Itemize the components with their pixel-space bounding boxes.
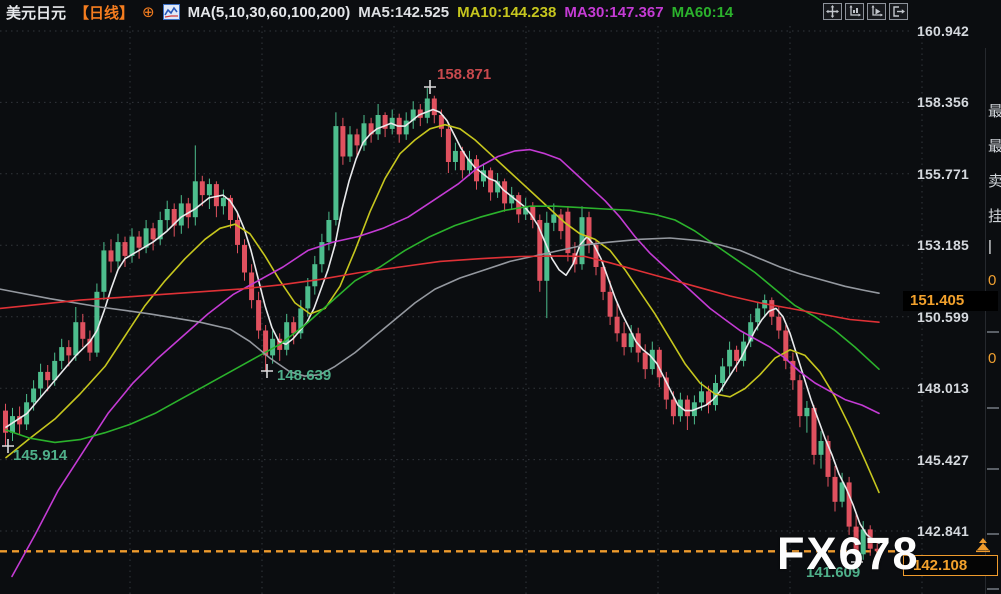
candlestick-chart-canvas[interactable] [0, 0, 1001, 594]
side-panel-divider [985, 48, 986, 594]
side-panel-row-dash [987, 588, 999, 590]
exit-chart-icon[interactable] [889, 3, 908, 20]
period-selector[interactable]: 【日线】 [74, 2, 134, 23]
ma60-value-label: MA60:14 [672, 4, 734, 21]
ma10-value-label: MA10:144.238 [457, 4, 556, 21]
axis-zoom-icon[interactable] [845, 3, 864, 20]
side-panel-clipped-text: 0 [988, 350, 996, 367]
side-panel-clipped-text: 最 [988, 100, 1001, 121]
chart-header: 美元日元 【日线】 ⊕ MA(5,10,30,60,100,200) MA5:1… [6, 3, 733, 21]
highlight-price-tag: 151.405 [903, 291, 998, 311]
side-panel-row-dash [987, 468, 999, 470]
ma30-value-label: MA30:147.367 [564, 4, 663, 21]
y-axis-label: 145.427 [917, 452, 969, 468]
chart-window: 美元日元 【日线】 ⊕ MA(5,10,30,60,100,200) MA5:1… [0, 0, 1001, 594]
axis-play-icon[interactable] [867, 3, 886, 20]
side-panel-row-dash [987, 331, 999, 333]
y-axis-label: 155.771 [917, 166, 969, 182]
ma-settings-label[interactable]: MA(5,10,30,60,100,200) [188, 4, 351, 21]
pan-crosshair-icon[interactable] [823, 3, 842, 20]
side-panel-clipped-text: | [988, 238, 992, 255]
y-axis-label: 142.841 [917, 523, 969, 539]
side-panel-row-dash [987, 407, 999, 409]
side-panel-row-dash [987, 533, 999, 535]
ma5-value-label: MA5:142.525 [358, 4, 449, 21]
side-panel-clipped-text: 最 [988, 135, 1001, 156]
price-annotation: 158.871 [437, 66, 491, 83]
chart-style-icon[interactable] [163, 4, 180, 20]
side-panel-clipped-text: 0 [988, 272, 996, 289]
add-indicator-button[interactable]: ⊕ [142, 3, 155, 21]
side-panel-clipped-text: 卖 [988, 170, 1001, 191]
symbol-label: 美元日元 [6, 2, 66, 23]
jump-to-latest-icon[interactable] [973, 538, 993, 558]
price-annotation: 145.914 [13, 447, 67, 464]
side-panel-clipped-text: 挂 [988, 205, 1001, 226]
price-annotation: 148.639 [277, 367, 331, 384]
y-axis-label: 160.942 [917, 23, 969, 39]
fx678-watermark: FX678 [777, 528, 920, 580]
chart-toolbar [823, 3, 908, 20]
y-axis-label: 150.599 [917, 309, 969, 325]
y-axis-label: 153.185 [917, 237, 969, 253]
y-axis-label: 158.356 [917, 94, 969, 110]
y-axis-label: 148.013 [917, 380, 969, 396]
